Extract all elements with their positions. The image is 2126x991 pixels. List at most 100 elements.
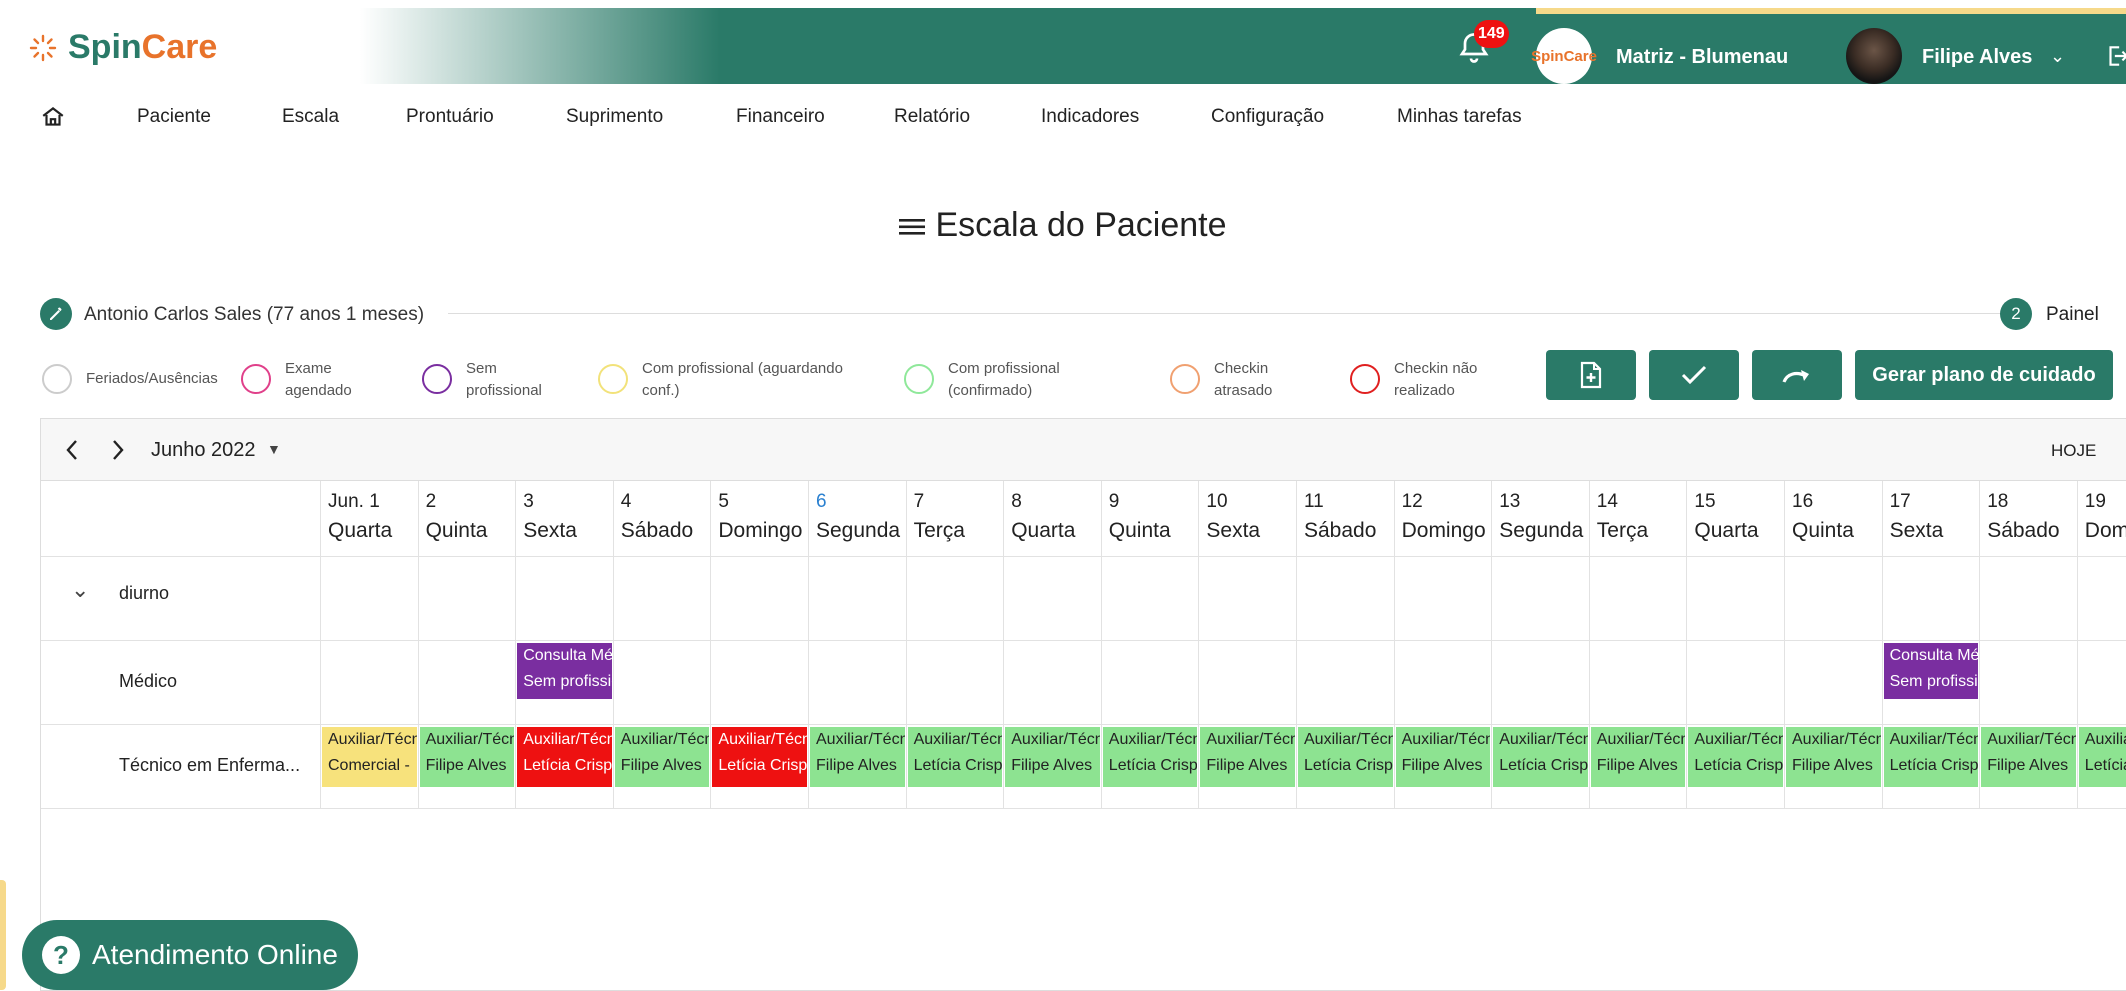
avatar[interactable] <box>1846 28 1902 84</box>
schedule-cell[interactable] <box>612 641 711 724</box>
add-schedule-button[interactable] <box>1546 350 1636 400</box>
schedule-cell[interactable]: Auxiliar/Técnico Letícia Crispim <box>710 725 808 808</box>
schedule-event[interactable]: Consulta Médica Sem profissional <box>1883 643 1979 699</box>
today-button[interactable]: HOJE <box>2051 441 2096 461</box>
schedule-event[interactable]: Auxiliar/Técnico Filipe Alves <box>1395 727 1491 787</box>
menu-item-paciente[interactable]: Paciente <box>137 106 211 128</box>
group-day-cell[interactable] <box>1198 557 1296 640</box>
group-day-cell[interactable] <box>905 557 1004 640</box>
schedule-event[interactable]: Auxiliar/Técnico Letícia Crispim <box>517 727 612 787</box>
menu-item-configuracao[interactable]: Configuração <box>1211 106 1324 128</box>
schedule-cell[interactable]: Auxiliar/Técnico Letícia Crispim <box>2076 725 2126 808</box>
schedule-event[interactable]: Auxiliar/Técnico Letícia Crispim <box>1688 727 1783 787</box>
group-day-cell[interactable] <box>808 557 906 640</box>
schedule-cell[interactable]: Auxiliar/Técnico Letícia Crispim <box>515 725 613 808</box>
group-day-cell[interactable] <box>417 557 516 640</box>
schedule-cell[interactable]: Auxiliar/Técnico Letícia Crispim <box>1491 725 1589 808</box>
logout-icon[interactable] <box>2104 42 2126 70</box>
schedule-cell[interactable] <box>1100 641 1199 724</box>
schedule-cell[interactable] <box>1198 641 1296 724</box>
schedule-event[interactable]: Auxiliar/Técnico Filipe Alves <box>1590 727 1686 787</box>
branch-selector[interactable]: Matriz - Blumenau <box>1616 46 1788 69</box>
schedule-cell[interactable] <box>1979 641 2077 724</box>
schedule-cell[interactable] <box>808 641 906 724</box>
schedule-cell[interactable] <box>1393 641 1492 724</box>
step-label[interactable]: Painel <box>2046 304 2099 326</box>
group-day-cell[interactable] <box>1100 557 1199 640</box>
menu-item-minhas-tarefas[interactable]: Minhas tarefas <box>1397 106 1522 128</box>
schedule-cell[interactable] <box>1686 641 1784 724</box>
schedule-event[interactable]: Auxiliar/Técnico Letícia Crispim <box>2078 727 2126 787</box>
schedule-cell[interactable]: Auxiliar/Técnico Letícia Crispim <box>1881 725 1980 808</box>
schedule-cell[interactable]: Auxiliar/Técnico Letícia Crispim <box>1296 725 1394 808</box>
group-day-cell[interactable] <box>1296 557 1394 640</box>
schedule-event[interactable]: Consulta Médica Sem profissional <box>517 643 612 699</box>
online-support-button[interactable]: ? Atendimento Online <box>22 920 358 990</box>
group-day-cell[interactable] <box>1003 557 1101 640</box>
month-selector[interactable]: Junho 2022 <box>151 439 256 462</box>
schedule-event[interactable]: Auxiliar/Técnico Letícia Crispim <box>1493 727 1588 787</box>
schedule-event[interactable]: Auxiliar/Técnico Filipe Alves <box>1005 727 1100 787</box>
menu-item-relatorio[interactable]: Relatório <box>894 106 970 128</box>
group-day-cell[interactable] <box>2076 557 2126 640</box>
schedule-cell[interactable]: Auxiliar/Técnico Filipe Alves <box>1393 725 1492 808</box>
schedule-cell[interactable]: Auxiliar/Técnico Letícia Crispim <box>1100 725 1199 808</box>
menu-item-prontuario[interactable]: Prontuário <box>406 106 494 128</box>
schedule-cell[interactable] <box>1588 641 1687 724</box>
schedule-event[interactable]: Auxiliar/Técnico Filipe Alves <box>1786 727 1881 787</box>
edit-patient-button[interactable] <box>40 298 72 330</box>
group-day-cell[interactable] <box>1491 557 1589 640</box>
schedule-cell[interactable] <box>1491 641 1589 724</box>
group-day-cell[interactable] <box>1979 557 2077 640</box>
schedule-cell[interactable]: Auxiliar/Técnico Filipe Alves <box>612 725 711 808</box>
step-number[interactable]: 2 <box>2000 298 2032 330</box>
chevron-down-icon[interactable]: ⌄ <box>2050 46 2065 67</box>
group-day-cell[interactable] <box>1686 557 1784 640</box>
schedule-event[interactable]: Auxiliar/Técnico Letícia Crispim <box>1883 727 1979 787</box>
schedule-cell[interactable]: Auxiliar/Técnico Filipe Alves <box>1784 725 1882 808</box>
schedule-event[interactable]: Auxiliar/Técnico Letícia Crispim <box>907 727 1003 787</box>
schedule-cell[interactable] <box>1296 641 1394 724</box>
app-logo[interactable]: Spin Care <box>28 28 217 67</box>
schedule-event[interactable]: Auxiliar/Técnico Filipe Alves <box>1981 727 2076 787</box>
caret-down-icon[interactable]: ▼ <box>267 441 281 457</box>
confirm-button[interactable] <box>1649 350 1739 400</box>
chevron-left-icon[interactable] <box>61 437 83 463</box>
chevron-right-icon[interactable] <box>107 437 129 463</box>
group-day-cell[interactable] <box>612 557 711 640</box>
chevron-down-icon[interactable]: ⌄ <box>71 577 89 603</box>
group-day-cell[interactable] <box>1393 557 1492 640</box>
group-day-cell[interactable] <box>1784 557 1882 640</box>
schedule-cell[interactable] <box>1003 641 1101 724</box>
group-day-cell[interactable] <box>1881 557 1980 640</box>
schedule-cell[interactable]: Auxiliar/Técnico Filipe Alves <box>1979 725 2077 808</box>
group-day-cell[interactable] <box>710 557 808 640</box>
schedule-cell[interactable]: Consulta Médica Sem profissional <box>1881 641 1980 724</box>
schedule-cell[interactable] <box>905 641 1004 724</box>
schedule-cell[interactable] <box>320 641 418 724</box>
schedule-cell[interactable] <box>710 641 808 724</box>
schedule-event[interactable]: Auxiliar/Técnico Filipe Alves <box>614 727 710 787</box>
schedule-cell[interactable]: Auxiliar/Técnico Letícia Crispim <box>1686 725 1784 808</box>
schedule-event[interactable]: Auxiliar/Técnico Comercial - <box>322 727 417 787</box>
schedule-event[interactable]: Auxiliar/Técnico Letícia Crispim <box>1298 727 1393 787</box>
schedule-cell[interactable]: Auxiliar/Técnico Filipe Alves <box>1198 725 1296 808</box>
schedule-cell[interactable]: Auxiliar/Técnico Filipe Alves <box>1588 725 1687 808</box>
schedule-cell[interactable] <box>1784 641 1882 724</box>
redo-button[interactable] <box>1752 350 1842 400</box>
schedule-event[interactable]: Auxiliar/Técnico Filipe Alves <box>810 727 905 787</box>
menu-item-escala[interactable]: Escala <box>282 106 339 128</box>
schedule-cell[interactable]: Auxiliar/Técnico Filipe Alves <box>417 725 516 808</box>
generate-care-plan-button[interactable]: Gerar plano de cuidado <box>1855 350 2113 400</box>
schedule-event[interactable]: Auxiliar/Técnico Filipe Alves <box>419 727 515 787</box>
group-day-cell[interactable] <box>515 557 613 640</box>
schedule-cell[interactable] <box>2076 641 2126 724</box>
schedule-event[interactable]: Auxiliar/Técnico Letícia Crispim <box>712 727 807 787</box>
schedule-event[interactable]: Auxiliar/Técnico Filipe Alves <box>1200 727 1295 787</box>
menu-item-suprimento[interactable]: Suprimento <box>566 106 663 128</box>
user-name[interactable]: Filipe Alves <box>1922 46 2032 69</box>
menu-item-financeiro[interactable]: Financeiro <box>736 106 825 128</box>
home-icon[interactable] <box>40 104 66 130</box>
schedule-cell[interactable] <box>417 641 516 724</box>
schedule-event[interactable]: Auxiliar/Técnico Letícia Crispim <box>1102 727 1198 787</box>
